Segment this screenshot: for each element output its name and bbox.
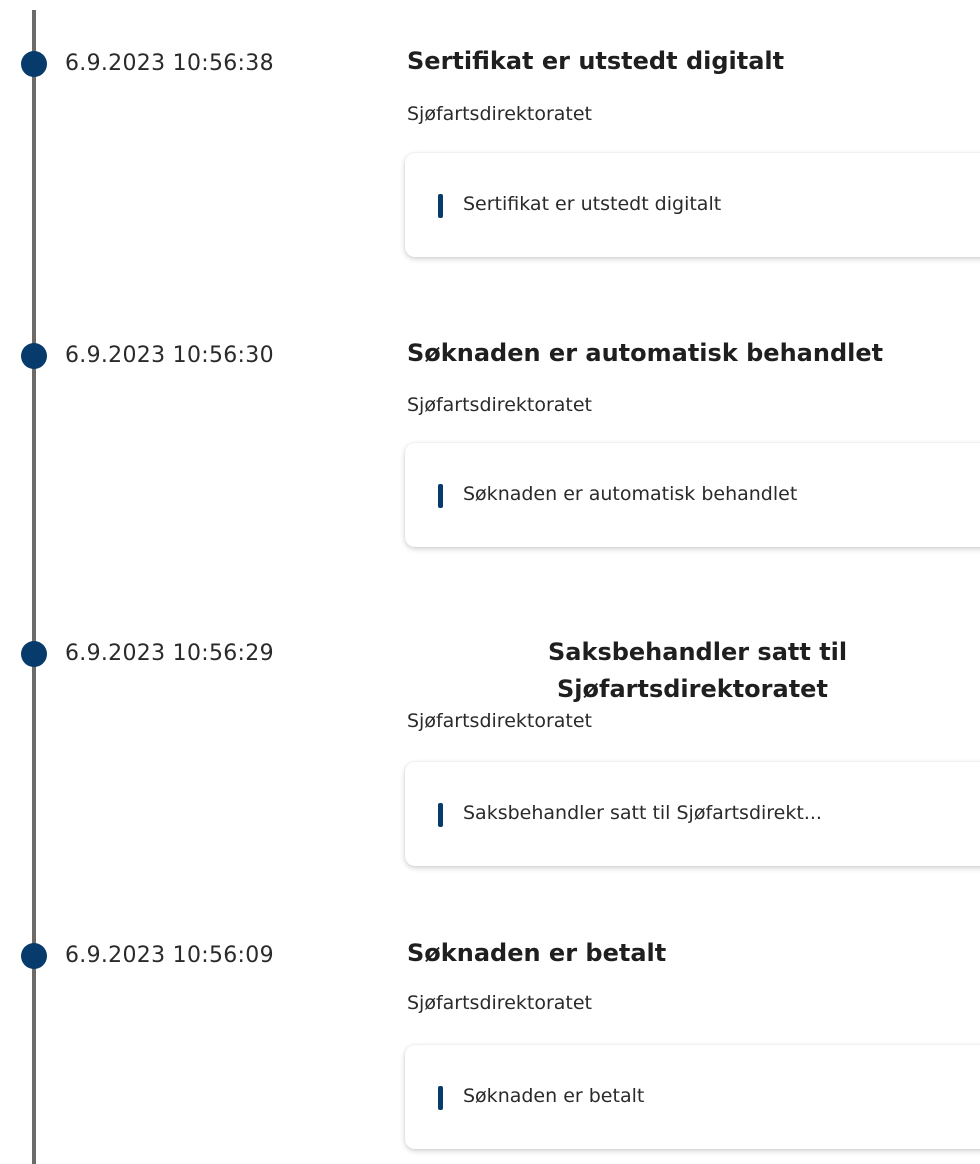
event-card[interactable]: Søknaden er betalt — [405, 1045, 980, 1149]
timeline-dot — [21, 51, 47, 77]
card-accent-bar — [438, 803, 443, 827]
event-timestamp: 6.9.2023 10:56:29 — [65, 641, 274, 666]
card-text: Sertifikat er utstedt digitalt — [463, 193, 722, 215]
event-title: Søknaden er betalt — [407, 939, 667, 967]
event-card[interactable]: Søknaden er automatisk behandlet — [405, 443, 980, 547]
event-title-line: Sjøfartsdirektoratet — [557, 675, 828, 703]
timeline-dot — [21, 641, 47, 667]
event-title: Søknaden er automatisk behandlet — [407, 339, 884, 367]
event-card[interactable]: Saksbehandler satt til Sjøfartsdirekt... — [405, 762, 980, 866]
event-title-line: Saksbehandler satt til — [548, 638, 848, 666]
card-accent-bar — [438, 1086, 443, 1110]
timeline-line — [32, 10, 36, 1164]
event-organization: Sjøfartsdirektoratet — [407, 394, 592, 416]
event-organization: Sjøfartsdirektoratet — [407, 103, 592, 125]
event-timestamp: 6.9.2023 10:56:30 — [65, 343, 274, 368]
timeline-dot — [21, 343, 47, 369]
event-card[interactable]: Sertifikat er utstedt digitalt — [405, 153, 980, 257]
card-text: Søknaden er automatisk behandlet — [463, 483, 798, 505]
card-text: Søknaden er betalt — [463, 1085, 645, 1107]
card-text: Saksbehandler satt til Sjøfartsdirekt... — [463, 802, 822, 824]
timeline-dot — [21, 943, 47, 969]
event-organization: Sjøfartsdirektoratet — [407, 710, 592, 732]
event-organization: Sjøfartsdirektoratet — [407, 992, 592, 1014]
card-accent-bar — [438, 194, 443, 218]
card-accent-bar — [438, 484, 443, 508]
event-timestamp: 6.9.2023 10:56:09 — [65, 943, 274, 968]
event-timestamp: 6.9.2023 10:56:38 — [65, 51, 274, 76]
event-title: Sertifikat er utstedt digitalt — [407, 47, 785, 75]
